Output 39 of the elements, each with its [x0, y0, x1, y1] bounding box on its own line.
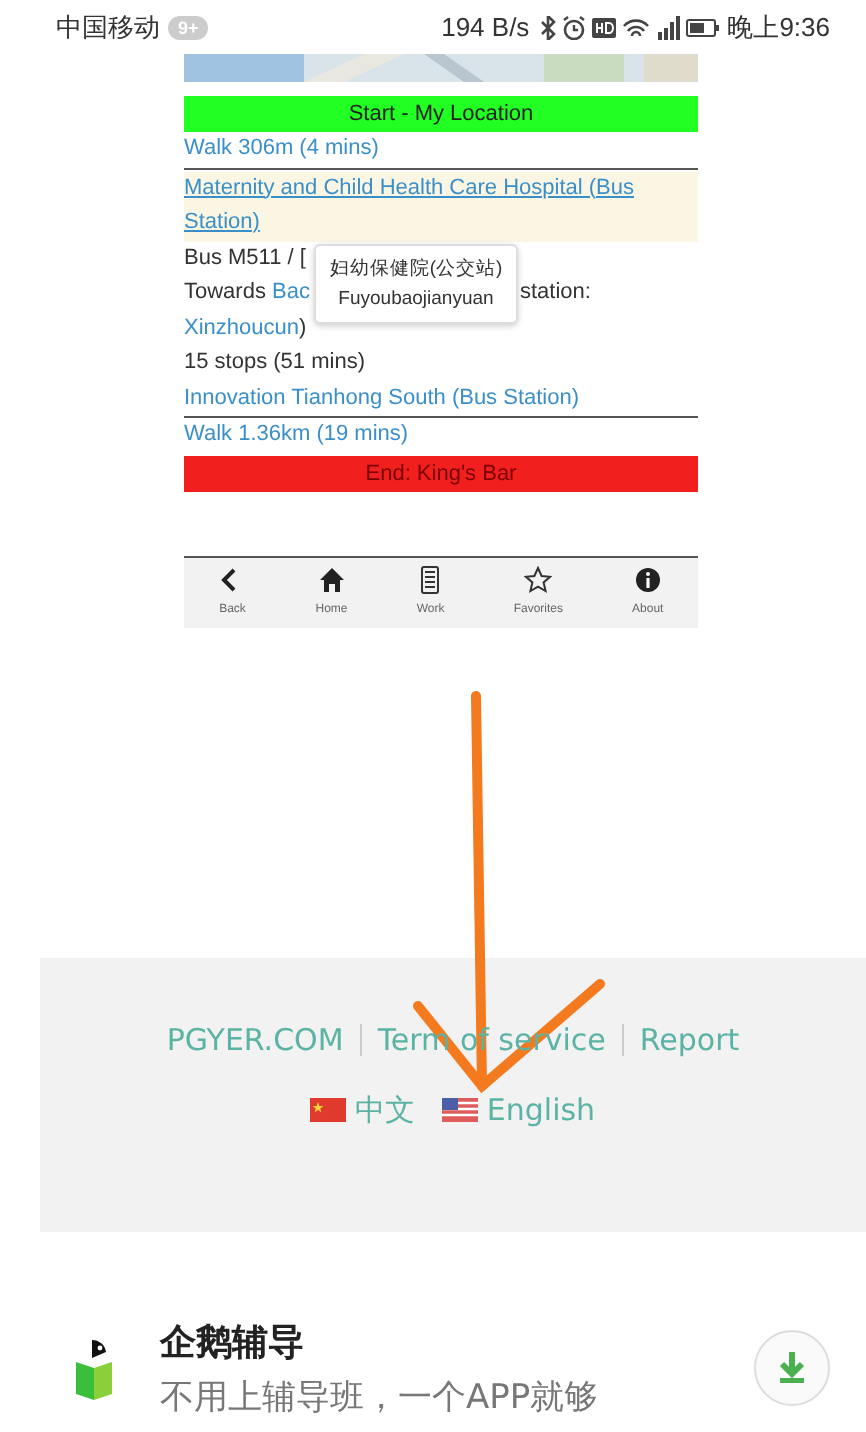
- tooltip-subtitle: Fuyoubaojianyuan: [336, 286, 496, 314]
- footer-link[interactable]: Report: [639, 1021, 740, 1057]
- bracket-text: ): [299, 313, 307, 343]
- towards-text: Towards: [184, 278, 268, 308]
- stops-text: 15 stops (51 mins): [184, 348, 367, 378]
- info-icon: [633, 565, 662, 593]
- bus-line-text: Bus M511 / [: [184, 243, 306, 273]
- footer-link[interactable]: PGYER.COM: [166, 1021, 344, 1057]
- start-banner: Start - My Location: [184, 96, 698, 132]
- end-banner: End: King's Bar: [184, 455, 698, 491]
- destination-link[interactable]: Bac: [272, 276, 310, 311]
- hd-icon: [591, 15, 616, 39]
- bus-stop-link[interactable]: Maternity and Child Health Care Hospital (Bus Station): [184, 171, 698, 241]
- tooltip-title: 妇幼保健院(公交站): [327, 256, 505, 284]
- download-icon: [774, 1350, 810, 1386]
- document-icon: [416, 565, 445, 593]
- network-speed: 194 B/s: [441, 12, 530, 42]
- signal-icon: [655, 15, 680, 39]
- bluetooth-icon: [537, 15, 556, 39]
- language-link[interactable]: English: [442, 1091, 596, 1129]
- wifi-icon: [621, 15, 650, 39]
- station-text: station:: [520, 278, 591, 308]
- language-link[interactable]: 中文: [310, 1091, 415, 1129]
- carrier-name: 中国移动: [56, 9, 160, 45]
- alarm-icon: [561, 15, 586, 39]
- bus-stop-link[interactable]: Innovation Tianhong South (Bus Station): [184, 385, 580, 409]
- ad-title: 企鹅辅导: [160, 1319, 306, 1365]
- ad-subtitle: 不用上辅导班，一个APP就够: [160, 1375, 601, 1419]
- download-button[interactable]: [754, 1330, 830, 1406]
- destination-link[interactable]: Xinzhoucun: [184, 311, 299, 346]
- china-flag-icon: [310, 1098, 347, 1122]
- us-flag-icon: [442, 1098, 479, 1122]
- app-logo-icon: [72, 1336, 116, 1400]
- star-icon: [524, 565, 553, 593]
- walk-link[interactable]: Walk 306m (4 mins): [184, 136, 379, 160]
- clock-time: 晚上9:36: [727, 9, 830, 45]
- walk-link[interactable]: Walk 1.36km (19 mins): [184, 422, 409, 446]
- home-icon: [317, 565, 346, 593]
- battery-icon: [685, 15, 720, 39]
